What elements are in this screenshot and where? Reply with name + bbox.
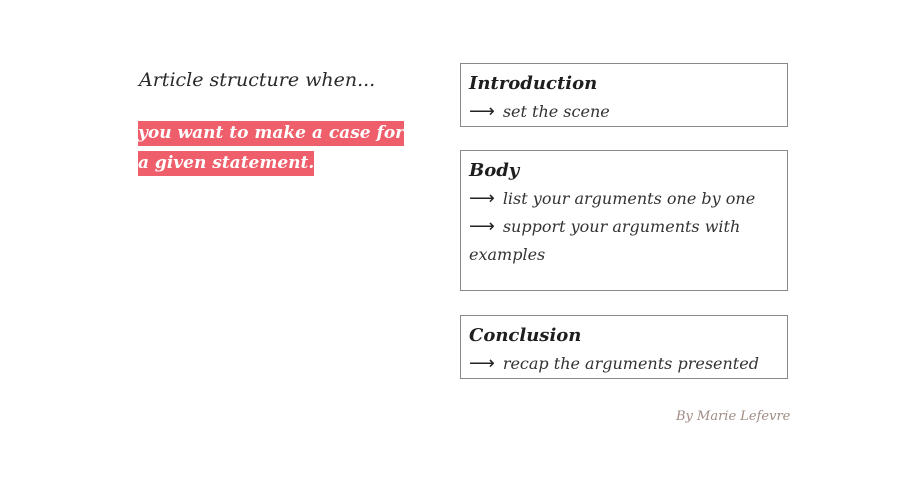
introduction-title: Introduction — [469, 73, 598, 94]
body-point-text: support your arguments with examples — [469, 217, 741, 264]
highlighted-statement: you want to make a case for a given stat… — [138, 118, 410, 178]
body-point: ⟶ list your arguments one by one — [469, 185, 779, 213]
conclusion-title: Conclusion — [469, 325, 582, 346]
introduction-card: Introduction ⟶ set the scene — [460, 63, 788, 127]
introduction-point: ⟶ set the scene — [469, 98, 779, 126]
conclusion-point-text: recap the arguments presented — [502, 354, 759, 373]
highlight-text: you want to make a case for a given stat… — [138, 121, 405, 176]
body-card: Body ⟶ list your arguments one by one ⟶ su… — [460, 150, 788, 291]
body-point: ⟶ support your arguments with examples — [469, 213, 779, 269]
arrow-right-icon: ⟶ — [469, 188, 495, 209]
conclusion-point: ⟶ recap the arguments presented — [469, 350, 779, 378]
page-heading: Article structure when... — [139, 69, 376, 91]
body-point-text: list your arguments one by one — [502, 189, 756, 208]
author-credit: By Marie Lefevre — [676, 409, 791, 424]
arrow-right-icon: ⟶ — [469, 216, 495, 237]
arrow-right-icon: ⟶ — [469, 353, 495, 374]
arrow-right-icon: ⟶ — [469, 101, 495, 122]
body-title: Body — [469, 160, 520, 181]
introduction-point-text: set the scene — [502, 102, 610, 121]
conclusion-card: Conclusion ⟶ recap the arguments presente… — [460, 315, 788, 379]
